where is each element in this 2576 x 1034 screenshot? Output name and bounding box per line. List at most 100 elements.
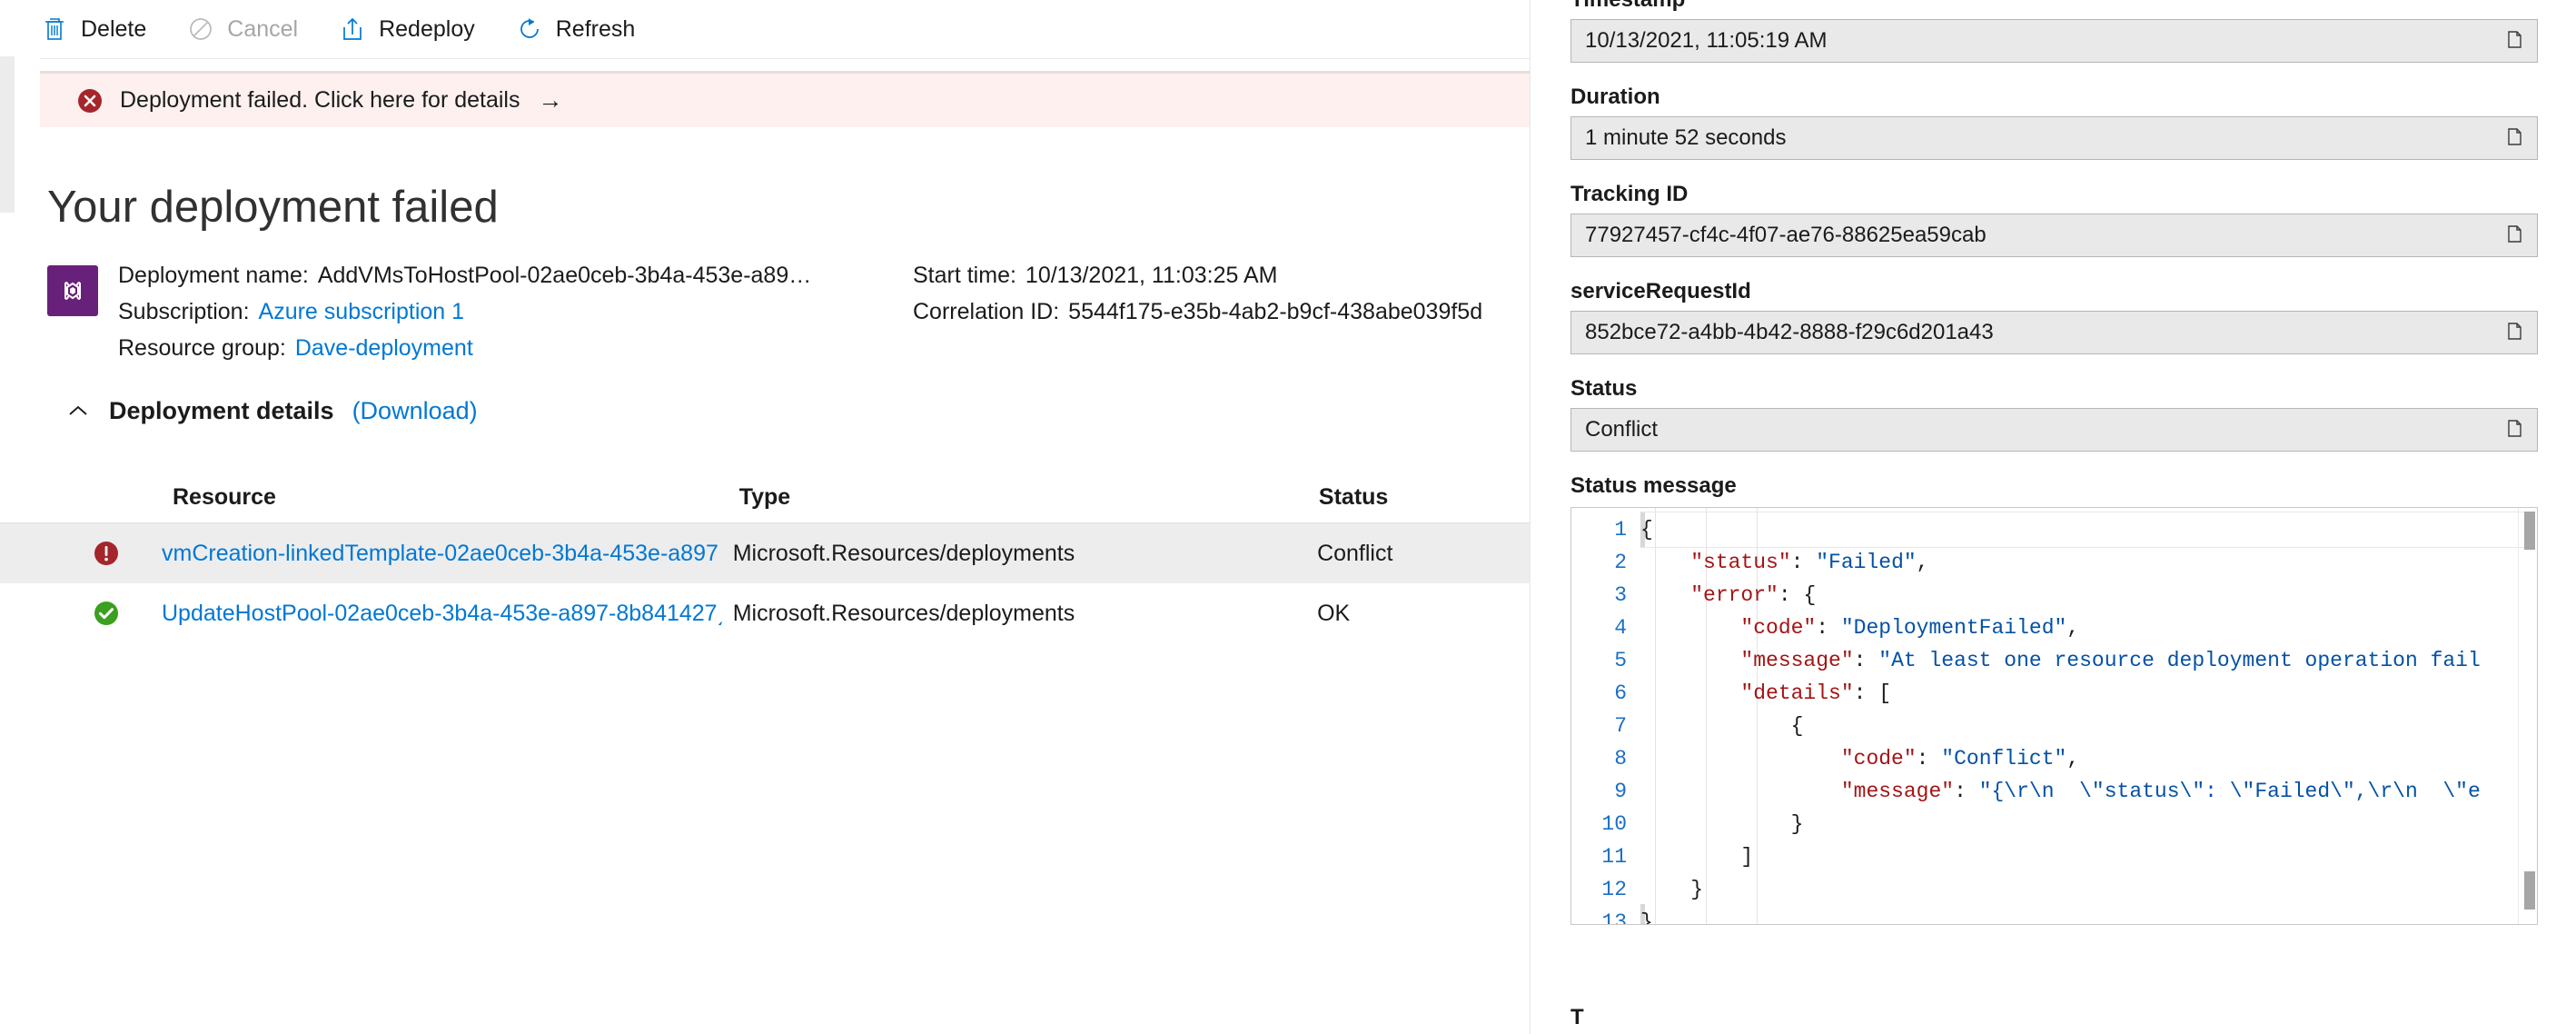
redeploy-icon — [338, 15, 367, 44]
status-message-field: Status message 1 2 3 4 5 6 7 8 9 10 11 12 13 { "stat… — [1570, 473, 2576, 925]
deployment-template-icon — [47, 265, 98, 316]
editor-code-line: "code": "DeploymentFailed", — [1740, 616, 2080, 640]
status-input[interactable]: Conflict — [1570, 408, 2538, 452]
redeploy-button[interactable]: Redeploy — [338, 15, 495, 44]
editor-code-content: { "status": "Failed", "error": { "code":… — [1640, 513, 2537, 925]
resource-link[interactable]: UpdateHostPool-02ae0ceb-3b4a-453e-a897-8… — [162, 601, 725, 626]
resource-group-row: Resource group: Dave-deployment — [118, 334, 913, 363]
resource-link[interactable]: vmCreation-linkedTemplate-02ae0ceb-3b4a-… — [162, 541, 718, 566]
editor-code-line: "status": "Failed", — [1690, 551, 1929, 574]
editor-line-number: 7 — [1614, 714, 1627, 738]
status-cell: OK — [1317, 600, 1351, 626]
status-cell: Conflict — [1317, 540, 1393, 566]
editor-line-number: 4 — [1614, 616, 1627, 640]
error-icon — [91, 538, 122, 569]
delete-label: Delete — [81, 15, 147, 42]
editor-scrollbar-thumb[interactable] — [2524, 512, 2535, 550]
editor-scrollbar-thumb-lower[interactable] — [2524, 871, 2535, 910]
download-link[interactable]: (Download) — [352, 397, 478, 425]
editor-code-line: } — [1640, 910, 1653, 925]
editor-line-number: 2 — [1614, 551, 1627, 574]
delete-button[interactable]: Delete — [40, 15, 166, 44]
copy-icon[interactable] — [2502, 418, 2526, 442]
status-message-code-editor[interactable]: 1 2 3 4 5 6 7 8 9 10 11 12 13 { "status": "Failed", … — [1570, 507, 2538, 925]
refresh-icon — [515, 15, 544, 44]
deployment-failed-banner[interactable]: Deployment failed. Click here for detail… — [40, 71, 1530, 127]
refresh-label: Refresh — [555, 15, 636, 42]
cancel-icon — [186, 15, 215, 44]
operation-details-panel: Timestamp 10/13/2021, 11:05:19 AM Durati… — [1530, 0, 2576, 1034]
timestamp-value: 10/13/2021, 11:05:19 AM — [1585, 28, 1828, 53]
deployment-details-title: Deployment details — [109, 397, 334, 424]
editor-code-line: "message": "At least one resource deploy… — [1740, 649, 2481, 672]
subscription-link[interactable]: Azure subscription 1 — [259, 299, 465, 324]
editor-code-line: } — [1640, 812, 1804, 836]
editor-code-line: { — [1640, 518, 1653, 542]
azure-deployment-failed-screen: Delete Cancel Redeploy Refresh Deploymen… — [0, 0, 2576, 1034]
copy-icon[interactable] — [2502, 126, 2526, 150]
editor-line-number: 8 — [1614, 747, 1627, 771]
deployment-summary: Deployment name: AddVMsToHostPool-02ae0ce… — [47, 262, 1482, 363]
deployment-blade: Delete Cancel Redeploy Refresh Deploymen… — [0, 0, 1530, 1034]
resource-group-label: Resource group: — [118, 335, 286, 361]
summary-right-column: Start time: 10/13/2021, 11:03:25 AM Corre… — [913, 262, 1482, 363]
type-cell: Microsoft.Resources/deployments — [732, 600, 1075, 626]
tracking-id-field: Tracking ID 77927457-cf4c-4f07-ae76-8862… — [1570, 182, 2576, 257]
start-time-label: Start time: — [913, 263, 1016, 288]
banner-text: Deployment failed. Click here for detail… — [120, 87, 520, 113]
status-message-label: Status message — [1570, 473, 1737, 498]
editor-line-number: 1 — [1614, 518, 1627, 542]
timestamp-input[interactable]: 10/13/2021, 11:05:19 AM — [1570, 19, 2538, 63]
column-header-resource[interactable]: Resource — [173, 484, 739, 511]
editor-line-number: 3 — [1614, 583, 1627, 607]
duration-value: 1 minute 52 seconds — [1585, 125, 1787, 150]
success-icon — [91, 598, 122, 629]
chevron-up-icon[interactable] — [65, 399, 91, 424]
table-header-row: Resource Type Status — [0, 472, 1530, 523]
copy-icon[interactable] — [2502, 29, 2526, 53]
copy-icon[interactable] — [2502, 224, 2526, 247]
editor-right-guide — [2518, 508, 2519, 924]
type-cell: Microsoft.Resources/deployments — [732, 540, 1075, 566]
cancel-button[interactable]: Cancel — [186, 15, 318, 44]
start-time-value: 10/13/2021, 11:03:25 AM — [1025, 263, 1278, 288]
subscription-row: Subscription: Azure subscription 1 — [118, 298, 913, 326]
editor-code-line: "error": { — [1690, 583, 1817, 607]
arrow-right-icon: → — [538, 86, 563, 114]
deployment-details-header[interactable]: Deployment details (Download) — [65, 397, 478, 425]
editor-code-line: { — [1640, 714, 1804, 738]
editor-line-number: 6 — [1614, 681, 1627, 705]
error-circle-icon — [74, 85, 105, 116]
editor-line-number: 11 — [1601, 845, 1627, 869]
next-field-label: T — [1570, 1005, 1584, 1029]
deployment-name-value: AddVMsToHostPool-02ae0ceb-3b4a-453e-a89… — [317, 263, 812, 288]
status-field: Status Conflict — [1570, 376, 2576, 452]
tracking-id-input[interactable]: 77927457-cf4c-4f07-ae76-88625ea59cab — [1570, 214, 2538, 257]
service-request-id-field: serviceRequestId 852bce72-a4bb-4b42-8888… — [1570, 279, 2576, 354]
resource-cell: UpdateHostPool-02ae0ceb-3b4a-453e-a897-8… — [162, 601, 733, 627]
table-row[interactable]: vmCreation-linkedTemplate-02ae0ceb-3b4a-… — [0, 523, 1530, 583]
column-header-status[interactable]: Status — [1319, 484, 1530, 511]
copy-icon[interactable] — [2502, 321, 2526, 344]
refresh-button[interactable]: Refresh — [515, 15, 656, 44]
toolbar-divider — [40, 58, 1530, 59]
service-request-id-value: 852bce72-a4bb-4b42-8888-f29c6d201a43 — [1585, 320, 1994, 344]
status-value: Conflict — [1585, 417, 1659, 442]
editor-line-number: 12 — [1601, 878, 1627, 901]
page-title: Your deployment failed — [47, 183, 499, 232]
editor-code-line: ] — [1640, 845, 1754, 869]
blade-edge-strip — [0, 56, 15, 213]
deployment-name-label: Deployment name: — [118, 263, 309, 288]
tracking-id-label: Tracking ID — [1570, 182, 1689, 206]
correlation-id-label: Correlation ID: — [913, 299, 1060, 324]
duration-input[interactable]: 1 minute 52 seconds — [1570, 116, 2538, 160]
timestamp-label: Timestamp — [1570, 0, 2576, 13]
column-header-type[interactable]: Type — [739, 484, 1319, 511]
resource-group-link[interactable]: Dave-deployment — [295, 335, 473, 361]
correlation-id-value: 5544f175-e35b-4ab2-b9cf-438abe039f5d — [1068, 299, 1483, 324]
service-request-id-input[interactable]: 852bce72-a4bb-4b42-8888-f29c6d201a43 — [1570, 311, 2538, 354]
table-row[interactable]: UpdateHostPool-02ae0ceb-3b4a-453e-a897-8… — [0, 583, 1530, 643]
subscription-label: Subscription: — [118, 299, 250, 324]
editor-line-number: 13 — [1601, 910, 1627, 925]
duration-field: Duration 1 minute 52 seconds — [1570, 85, 2576, 160]
